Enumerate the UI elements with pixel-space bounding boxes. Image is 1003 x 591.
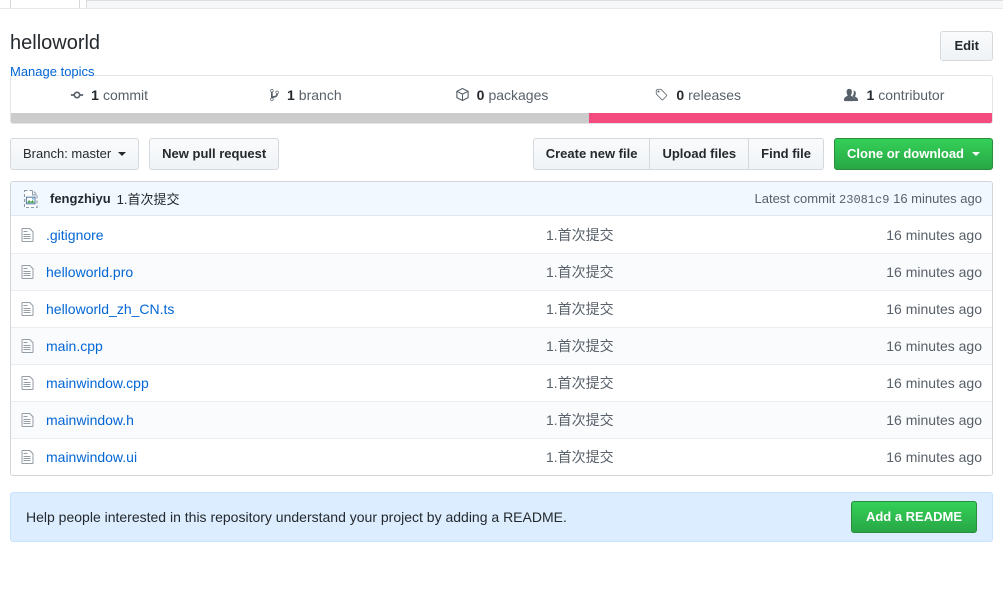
file-commit-message[interactable]: 1.首次提交 bbox=[546, 299, 886, 319]
branch-select-button[interactable]: Branch: master bbox=[10, 138, 140, 170]
language-segment-pink[interactable] bbox=[588, 113, 992, 123]
repository-header: helloworld Manage topics Edit bbox=[10, 9, 993, 79]
file-list-container: fengzhiyu 1.首次提交 Latest commit 23081c9 1… bbox=[10, 181, 993, 476]
commit-author-name[interactable]: fengzhiyu bbox=[50, 191, 111, 206]
commit-sha[interactable]: 23081c9 bbox=[839, 193, 889, 207]
file-commit-age: 16 minutes ago bbox=[886, 338, 982, 354]
file-commit-message[interactable]: 1.首次提交 bbox=[546, 336, 886, 356]
table-row[interactable]: mainwindow.h 1.首次提交 16 minutes ago bbox=[11, 401, 992, 438]
readme-prompt-text: Help people interested in this repositor… bbox=[26, 509, 567, 525]
table-row[interactable]: helloworld.pro 1.首次提交 16 minutes ago bbox=[11, 253, 992, 290]
table-row[interactable]: helloworld_zh_CN.ts 1.首次提交 16 minutes ag… bbox=[11, 290, 992, 327]
page-title: helloworld bbox=[10, 32, 101, 54]
nav-item-commits-count: 1 bbox=[91, 86, 99, 103]
nav-item-branches-count: 1 bbox=[287, 86, 295, 103]
table-row[interactable]: .gitignore 1.首次提交 16 minutes ago bbox=[11, 216, 992, 253]
package-icon bbox=[455, 87, 470, 102]
commit-message[interactable]: 1.首次提交 bbox=[117, 189, 180, 208]
clone-or-download-button[interactable]: Clone or download bbox=[834, 138, 993, 170]
file-commit-age: 16 minutes ago bbox=[886, 375, 982, 391]
file-icon bbox=[21, 227, 37, 243]
file-toolbar: Branch: master New pull request Create n… bbox=[10, 124, 993, 181]
nav-item-commits[interactable]: 1 commit bbox=[11, 76, 207, 113]
repository-summary-nav: 1 commit 1 branch 0 packages 0 releases … bbox=[10, 75, 993, 124]
file-icon bbox=[21, 375, 37, 391]
file-commit-message[interactable]: 1.首次提交 bbox=[546, 262, 886, 282]
file-link[interactable]: mainwindow.ui bbox=[46, 449, 546, 465]
table-row[interactable]: mainwindow.ui 1.首次提交 16 minutes ago bbox=[11, 438, 992, 475]
nav-item-releases-label: releases bbox=[688, 86, 742, 103]
table-row[interactable]: main.cpp 1.首次提交 16 minutes ago bbox=[11, 327, 992, 364]
nav-item-branches-label: branch bbox=[298, 86, 342, 103]
latest-commit-bar: fengzhiyu 1.首次提交 Latest commit 23081c9 1… bbox=[11, 182, 992, 216]
nav-item-packages[interactable]: 0 packages bbox=[403, 76, 599, 113]
page-content: helloworld Manage topics Edit 1 commit 1… bbox=[0, 9, 1003, 542]
latest-commit-right: Latest commit 23081c9 16 minutes ago bbox=[755, 191, 983, 207]
upload-files-button[interactable]: Upload files bbox=[649, 138, 749, 170]
file-icon bbox=[21, 449, 37, 465]
create-new-file-button[interactable]: Create new file bbox=[532, 138, 650, 170]
file-icon bbox=[21, 264, 37, 280]
file-list: .gitignore 1.首次提交 16 minutes ago hellowo… bbox=[11, 216, 992, 475]
language-segment-gray[interactable] bbox=[11, 113, 589, 123]
new-pull-request-button[interactable]: New pull request bbox=[149, 138, 280, 170]
file-commit-message[interactable]: 1.首次提交 bbox=[546, 225, 886, 245]
latest-commit-left: fengzhiyu 1.首次提交 bbox=[21, 189, 755, 209]
edit-button[interactable]: Edit bbox=[940, 31, 993, 61]
people-icon bbox=[843, 88, 859, 102]
tag-icon bbox=[654, 88, 669, 102]
nav-item-packages-count: 0 bbox=[476, 86, 485, 103]
repository-page: helloworld Manage topics Edit 1 commit 1… bbox=[0, 9, 1003, 591]
manage-topics-link[interactable]: Manage topics bbox=[10, 64, 95, 79]
file-link[interactable]: main.cpp bbox=[46, 338, 546, 354]
nav-item-releases[interactable]: 0 releases bbox=[600, 76, 796, 113]
commit-age: 16 minutes ago bbox=[893, 190, 982, 206]
git-branch-icon bbox=[269, 88, 280, 102]
file-commit-age: 16 minutes ago bbox=[886, 264, 982, 280]
file-link[interactable]: helloworld.pro bbox=[46, 264, 546, 280]
nav-item-contributors-count: 1 bbox=[866, 86, 875, 103]
file-link[interactable]: mainwindow.h bbox=[46, 412, 546, 428]
file-commit-age: 16 minutes ago bbox=[886, 301, 982, 317]
nav-item-commits-label: commit bbox=[102, 86, 149, 103]
file-action-button-group: Create new file Upload files Find file bbox=[532, 138, 824, 170]
language-breakdown-bar bbox=[11, 113, 992, 123]
nav-item-contributors[interactable]: 1 contributor bbox=[796, 76, 992, 113]
broken-image-icon bbox=[21, 189, 41, 209]
nav-item-packages-label: packages bbox=[488, 86, 549, 103]
browser-chrome-sliver bbox=[0, 0, 1003, 9]
file-commit-message[interactable]: 1.首次提交 bbox=[546, 373, 886, 393]
file-icon bbox=[21, 301, 37, 317]
branch-select-label: Branch: master bbox=[23, 146, 112, 161]
file-link[interactable]: mainwindow.cpp bbox=[46, 375, 546, 391]
file-commit-age: 16 minutes ago bbox=[886, 226, 982, 243]
file-commit-age: 16 minutes ago bbox=[886, 449, 982, 465]
nav-item-branches[interactable]: 1 branch bbox=[207, 76, 403, 113]
summary-nav-list: 1 commit 1 branch 0 packages 0 releases … bbox=[11, 76, 992, 113]
nav-item-releases-count: 0 bbox=[676, 86, 685, 103]
nav-item-contributors-label: contributor bbox=[878, 86, 945, 103]
find-file-button[interactable]: Find file bbox=[748, 138, 824, 170]
file-commit-message[interactable]: 1.首次提交 bbox=[546, 410, 886, 430]
file-link[interactable]: .gitignore bbox=[46, 227, 546, 243]
readme-prompt-banner: Help people interested in this repositor… bbox=[10, 492, 993, 542]
latest-commit-label: Latest commit bbox=[754, 190, 836, 206]
git-commit-icon bbox=[70, 88, 84, 102]
chevron-down-icon bbox=[972, 152, 980, 156]
table-row[interactable]: mainwindow.cpp 1.首次提交 16 minutes ago bbox=[11, 364, 992, 401]
file-commit-age: 16 minutes ago bbox=[886, 412, 982, 428]
file-commit-message[interactable]: 1.首次提交 bbox=[546, 447, 886, 467]
file-icon bbox=[21, 338, 37, 354]
add-readme-button[interactable]: Add a README bbox=[850, 501, 977, 533]
clone-or-download-label: Clone or download bbox=[847, 146, 964, 161]
file-toolbar-right: Create new file Upload files Find file C… bbox=[532, 138, 993, 170]
file-link[interactable]: helloworld_zh_CN.ts bbox=[46, 301, 546, 317]
chevron-down-icon bbox=[118, 152, 127, 156]
file-toolbar-left: Branch: master New pull request bbox=[10, 138, 280, 170]
file-icon bbox=[21, 412, 37, 428]
